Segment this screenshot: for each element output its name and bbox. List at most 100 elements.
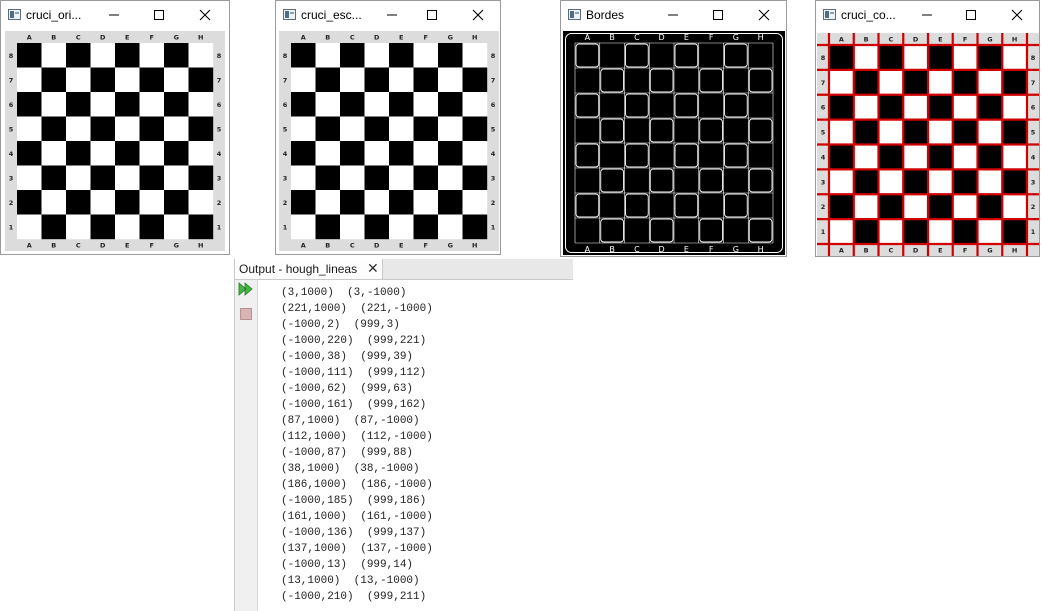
light-square	[853, 45, 879, 71]
minimize-icon[interactable]	[102, 3, 126, 27]
light-square	[462, 43, 488, 68]
dark-square	[291, 141, 316, 166]
light-square	[462, 141, 488, 166]
light-square	[315, 43, 341, 68]
file-label: G	[987, 247, 992, 255]
dark-square	[315, 67, 341, 93]
close-icon[interactable]	[1005, 3, 1029, 27]
dark-square	[438, 43, 463, 68]
dark-square	[340, 92, 365, 117]
light-square	[139, 141, 165, 166]
dark-square	[438, 141, 463, 166]
rank-label: 4	[491, 150, 496, 158]
file-label: E	[125, 34, 129, 42]
file-label: G	[987, 36, 992, 44]
dark-square	[164, 190, 189, 215]
maximize-icon[interactable]	[420, 3, 444, 27]
file-label: D	[374, 34, 380, 42]
light-square	[413, 190, 439, 215]
light-square	[17, 67, 42, 93]
light-square	[878, 119, 904, 145]
dark-square	[438, 92, 463, 117]
minimize-icon[interactable]	[915, 3, 939, 27]
edge-file-mark: B	[609, 245, 615, 254]
rank-label: 6	[1031, 104, 1036, 112]
output-tab-strip: Output - hough_lineas ✕	[235, 259, 573, 280]
light-square	[364, 141, 390, 166]
light-square	[438, 67, 463, 93]
rank-label: 5	[217, 125, 222, 133]
rank-label: 8	[283, 52, 288, 60]
dark-square	[413, 116, 439, 142]
light-square	[364, 92, 390, 117]
rank-label: 1	[9, 223, 14, 231]
stop-icon[interactable]	[240, 308, 252, 320]
maximize-icon[interactable]	[147, 3, 171, 27]
light-square	[164, 214, 189, 240]
dark-square	[90, 116, 116, 142]
title-bar[interactable]: cruci_co...	[816, 1, 1039, 29]
rank-label: 7	[1031, 79, 1036, 87]
light-square	[164, 165, 189, 191]
dark-square	[952, 119, 978, 145]
window-cruci-ori[interactable]: cruci_ori... A A B B C C D D E E F F G G H H 8 8 7 7 6 6 5 5 4 4 3…	[0, 0, 230, 255]
dark-square	[164, 43, 189, 68]
dark-square	[90, 214, 116, 240]
edge-file-mark: A	[585, 245, 591, 254]
window-bordes[interactable]: Bordes A A B B C C D D E E F F G G H H	[560, 0, 787, 257]
dark-square	[829, 194, 854, 220]
rank-label: 5	[821, 129, 826, 137]
dark-square	[389, 141, 414, 166]
dark-square	[291, 92, 316, 117]
rank-label: 2	[1031, 203, 1036, 211]
rank-label: 6	[217, 101, 222, 109]
window-cruci-esc[interactable]: cruci_esc... A A B B C C D D E E F F G G H H 8 8 7 7 6 6 5 5 4 4 3…	[275, 0, 501, 255]
close-icon[interactable]	[752, 3, 776, 27]
light-square	[291, 165, 316, 191]
file-label: B	[325, 34, 330, 42]
maximize-icon[interactable]	[706, 3, 730, 27]
light-square	[17, 165, 42, 191]
window-cruci-co[interactable]: cruci_co... A A B B C C D D E E F F G G H H 8 8 7 7 6 6 5 5 4 4 3 3…	[815, 0, 1040, 257]
dark-square	[1002, 119, 1028, 145]
file-label: B	[325, 242, 330, 250]
close-icon[interactable]	[466, 3, 490, 27]
maximize-icon[interactable]	[959, 3, 983, 27]
rerun-icon[interactable]	[238, 281, 254, 297]
dark-square	[115, 92, 140, 117]
file-label: A	[839, 247, 844, 255]
dark-square	[413, 214, 439, 240]
dark-square	[41, 165, 67, 191]
file-label: D	[913, 36, 919, 44]
light-square	[413, 43, 439, 68]
minimize-icon[interactable]	[661, 3, 685, 27]
minimize-icon[interactable]	[380, 3, 404, 27]
board-svg: A A B B C C D D E E F F G G H H 8 8 7 7 6 6 5 5 4 4 3 3 2 2 1 1	[817, 33, 1039, 256]
title-bar[interactable]: Bordes	[561, 1, 786, 29]
light-square	[66, 116, 91, 142]
dark-square	[878, 144, 904, 170]
edge-file-mark: E	[684, 33, 689, 42]
window-title: Bordes	[586, 8, 625, 22]
edge-file-mark: F	[709, 245, 714, 254]
title-bar[interactable]: cruci_ori...	[1, 1, 229, 29]
output-tab[interactable]: Output - hough_lineas ✕	[235, 259, 383, 279]
chessboard-image: A A B B C C D D E E F F G G H H 8 8 7 7 6 6 5 5 4 4 3 3 2 2 1 1	[5, 31, 225, 251]
output-line: (38,1000) (38,-1000)	[281, 463, 420, 475]
dark-square	[829, 144, 854, 170]
dark-square	[188, 116, 214, 142]
output-line: (-1000,38) (999,39)	[281, 351, 414, 363]
board-svg: A A B B C C D D E E F F G G H H 8 8 7 7 6 6 5 5 4 4 3 3 2 2 1 1	[5, 31, 225, 251]
file-label: D	[100, 34, 106, 42]
close-icon[interactable]	[193, 3, 217, 27]
rank-label: 8	[217, 52, 222, 60]
output-line: (-1000,62) (999,63)	[281, 383, 414, 395]
edge-file-mark: F	[709, 33, 714, 42]
file-label: E	[399, 34, 403, 42]
close-icon[interactable]: ✕	[367, 260, 379, 277]
dark-square	[66, 190, 91, 215]
file-label: D	[374, 242, 380, 250]
light-square	[90, 141, 116, 166]
dark-square	[364, 214, 390, 240]
title-bar[interactable]: cruci_esc...	[276, 1, 500, 29]
